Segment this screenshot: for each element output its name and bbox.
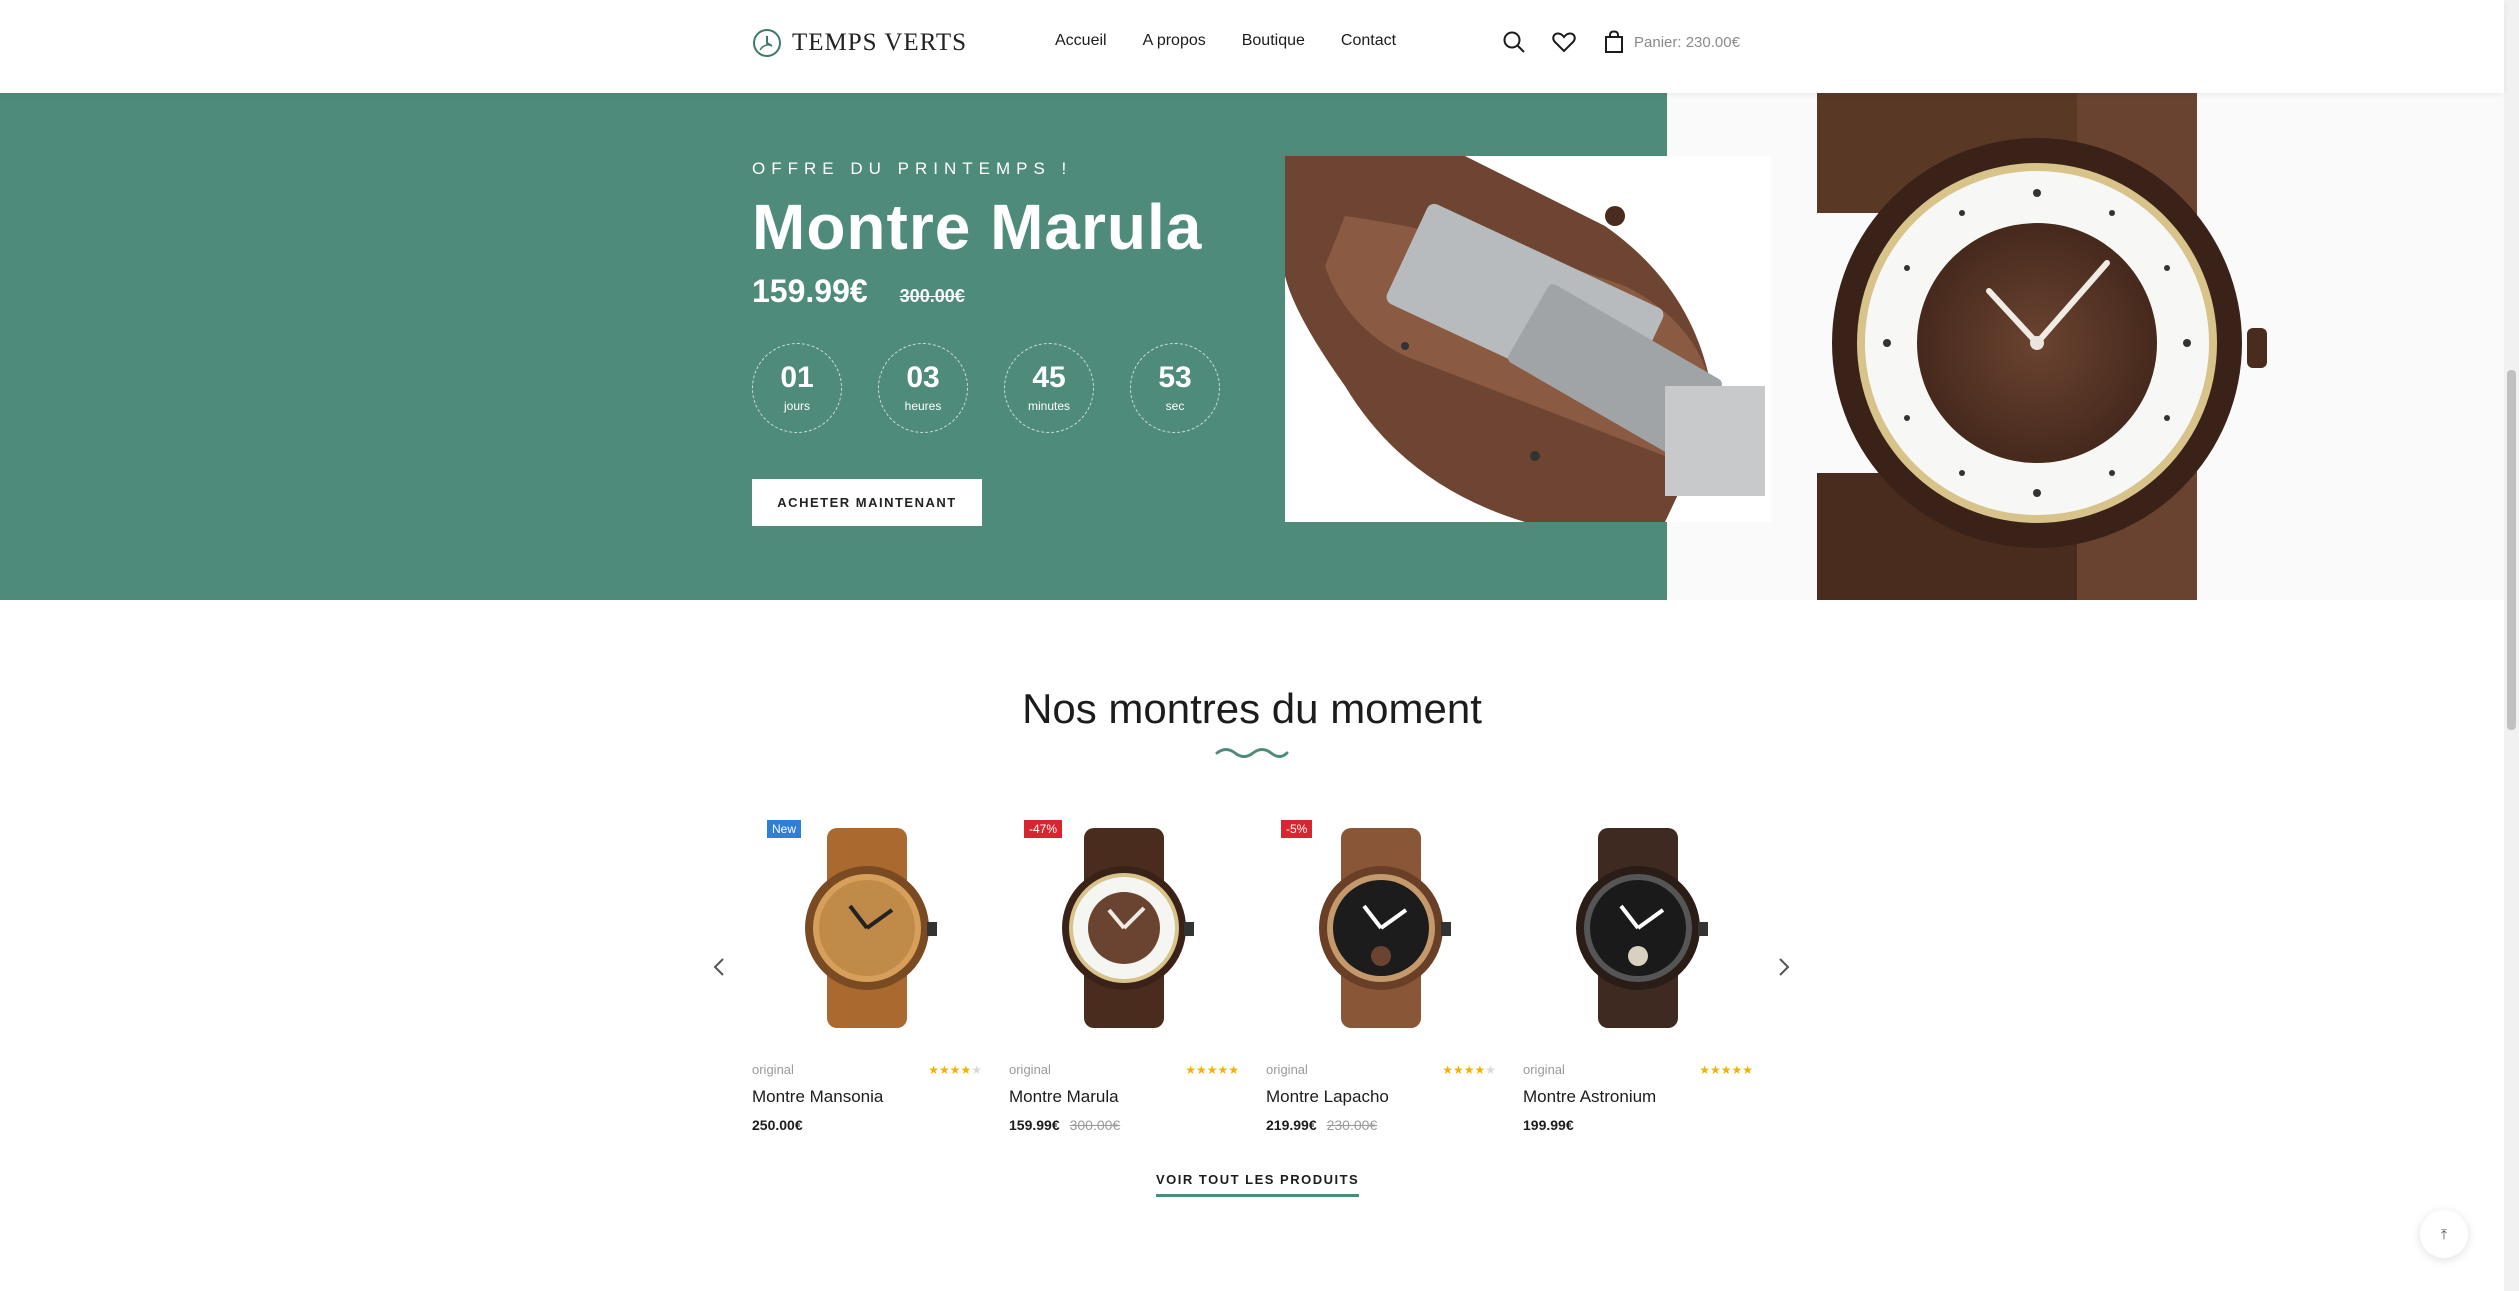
product-category[interactable]: original — [1009, 1062, 1051, 1077]
scrollbar-thumb[interactable] — [2507, 370, 2516, 730]
product-current-price: 159.99€ — [1009, 1117, 1060, 1133]
wishlist-heart-icon[interactable] — [1550, 28, 1578, 56]
product-card[interactable]: -5% original ★★★★★ Montre Lapacho 219.99… — [1266, 818, 1496, 1133]
cart-total: Panier: 230.00€ — [1634, 33, 1740, 51]
product-category[interactable]: original — [1266, 1062, 1308, 1077]
hero-title: Montre Marula — [752, 191, 1203, 263]
rating-stars-icon: ★★★★★ — [928, 1062, 982, 1077]
product-badge: New — [767, 820, 802, 838]
nav-item-contact[interactable]: Contact — [1341, 32, 1396, 50]
watch-clasp-image — [1285, 156, 1771, 522]
brand-logo[interactable]: TEMPS VERTS — [752, 28, 967, 58]
product-image[interactable]: New — [752, 818, 982, 1038]
rating-stars-icon: ★★★★★ — [1185, 1062, 1239, 1077]
nav-item-boutique[interactable]: Boutique — [1242, 32, 1305, 50]
countdown-hours: 03 heures — [878, 343, 968, 433]
countdown-label: sec — [1165, 399, 1185, 413]
countdown-value: 01 — [780, 361, 814, 394]
product-carousel: New original ★★★★★ Montre Mansonia 250.0… — [752, 818, 1753, 1133]
site-header: TEMPS VERTS Accueil A propos Boutique Co… — [0, 0, 2504, 93]
product-badge: -5% — [1281, 820, 1313, 838]
product-image[interactable]: -5% — [1266, 818, 1496, 1038]
product-image[interactable] — [1523, 818, 1753, 1038]
wooden-watch-face-image — [1817, 93, 2267, 600]
watch-image — [1576, 828, 1708, 1028]
brand-name: TEMPS VERTS — [792, 29, 968, 56]
hero-price: 159.99€ 300.00€ — [752, 273, 965, 310]
product-card[interactable]: original ★★★★★ Montre Astronium 199.99€ — [1523, 818, 1753, 1133]
buy-now-button[interactable]: ACHETER MAINTENANT — [752, 479, 982, 526]
product-current-price: 199.99€ — [1523, 1117, 1574, 1133]
view-all-products-link[interactable]: VOIR TOUT LES PRODUITS — [1156, 1172, 1360, 1197]
decorative-wave — [1215, 748, 1289, 758]
slider-prev-arrow-icon[interactable] — [707, 955, 731, 979]
hero-eyebrow: OFFRE DU PRINTEMPS ! — [752, 159, 1073, 178]
countdown-label: jours — [783, 399, 810, 413]
countdown-days: 01 jours — [752, 343, 842, 433]
hero-current-price: 159.99€ — [752, 273, 868, 309]
header-icons: Panier: 230.00€ — [1500, 28, 1740, 56]
watch-image — [1062, 828, 1194, 1028]
countdown-timer: 01 jours 03 heures 45 minutes 53 sec — [752, 343, 1220, 433]
product-price: 199.99€ — [1523, 1117, 1753, 1133]
product-name[interactable]: Montre Lapacho — [1266, 1087, 1496, 1107]
shopping-bag-icon — [1605, 30, 1623, 53]
product-category[interactable]: original — [752, 1062, 794, 1077]
rating-stars-icon: ★★★★★ — [1442, 1062, 1496, 1077]
countdown-minutes: 45 minutes — [1004, 343, 1094, 433]
product-price: 219.99€ 230.00€ — [1266, 1117, 1496, 1133]
product-image[interactable]: -47% — [1009, 818, 1239, 1038]
nav-item-accueil[interactable]: Accueil — [1055, 32, 1107, 50]
product-current-price: 250.00€ — [752, 1117, 803, 1133]
watch-image — [805, 828, 937, 1028]
clock-leaf-icon — [753, 29, 781, 57]
slider-next-arrow-icon[interactable] — [1772, 955, 1796, 979]
cart-button[interactable]: Panier: 230.00€ — [1604, 30, 1740, 54]
countdown-value: 53 — [1158, 361, 1192, 394]
product-name[interactable]: Montre Astronium — [1523, 1087, 1753, 1107]
nav-item-a-propos[interactable]: A propos — [1143, 32, 1206, 50]
product-name[interactable]: Montre Mansonia — [752, 1087, 982, 1107]
section-title: Nos montres du moment — [1022, 685, 1482, 732]
product-old-price: 300.00€ — [1069, 1117, 1121, 1133]
product-badge: -47% — [1024, 820, 1063, 838]
product-category[interactable]: original — [1523, 1062, 1565, 1077]
product-card[interactable]: New original ★★★★★ Montre Mansonia 250.0… — [752, 818, 982, 1133]
search-icon[interactable] — [1500, 28, 1528, 56]
back-to-top-icon[interactable]: ⤒ — [2420, 1210, 2468, 1258]
watch-image — [1319, 828, 1451, 1028]
product-current-price: 219.99€ — [1266, 1117, 1317, 1133]
product-card[interactable]: -47% original ★★★★★ Montre Marula 159.99… — [1009, 818, 1239, 1133]
product-price: 250.00€ — [752, 1117, 982, 1133]
countdown-label: minutes — [1027, 399, 1071, 413]
countdown-seconds: 53 sec — [1130, 343, 1220, 433]
product-price: 159.99€ 300.00€ — [1009, 1117, 1239, 1133]
rating-stars-icon: ★★★★★ — [1699, 1062, 1753, 1077]
product-name[interactable]: Montre Marula — [1009, 1087, 1239, 1107]
product-old-price: 230.00€ — [1326, 1117, 1378, 1133]
countdown-label: heures — [904, 399, 942, 413]
countdown-value: 03 — [906, 361, 940, 394]
hero-old-price: 300.00€ — [899, 286, 965, 306]
main-nav: Accueil A propos Boutique Contact — [1055, 32, 1396, 50]
hero-watch-image — [1667, 93, 2504, 600]
countdown-value: 45 — [1032, 361, 1066, 394]
